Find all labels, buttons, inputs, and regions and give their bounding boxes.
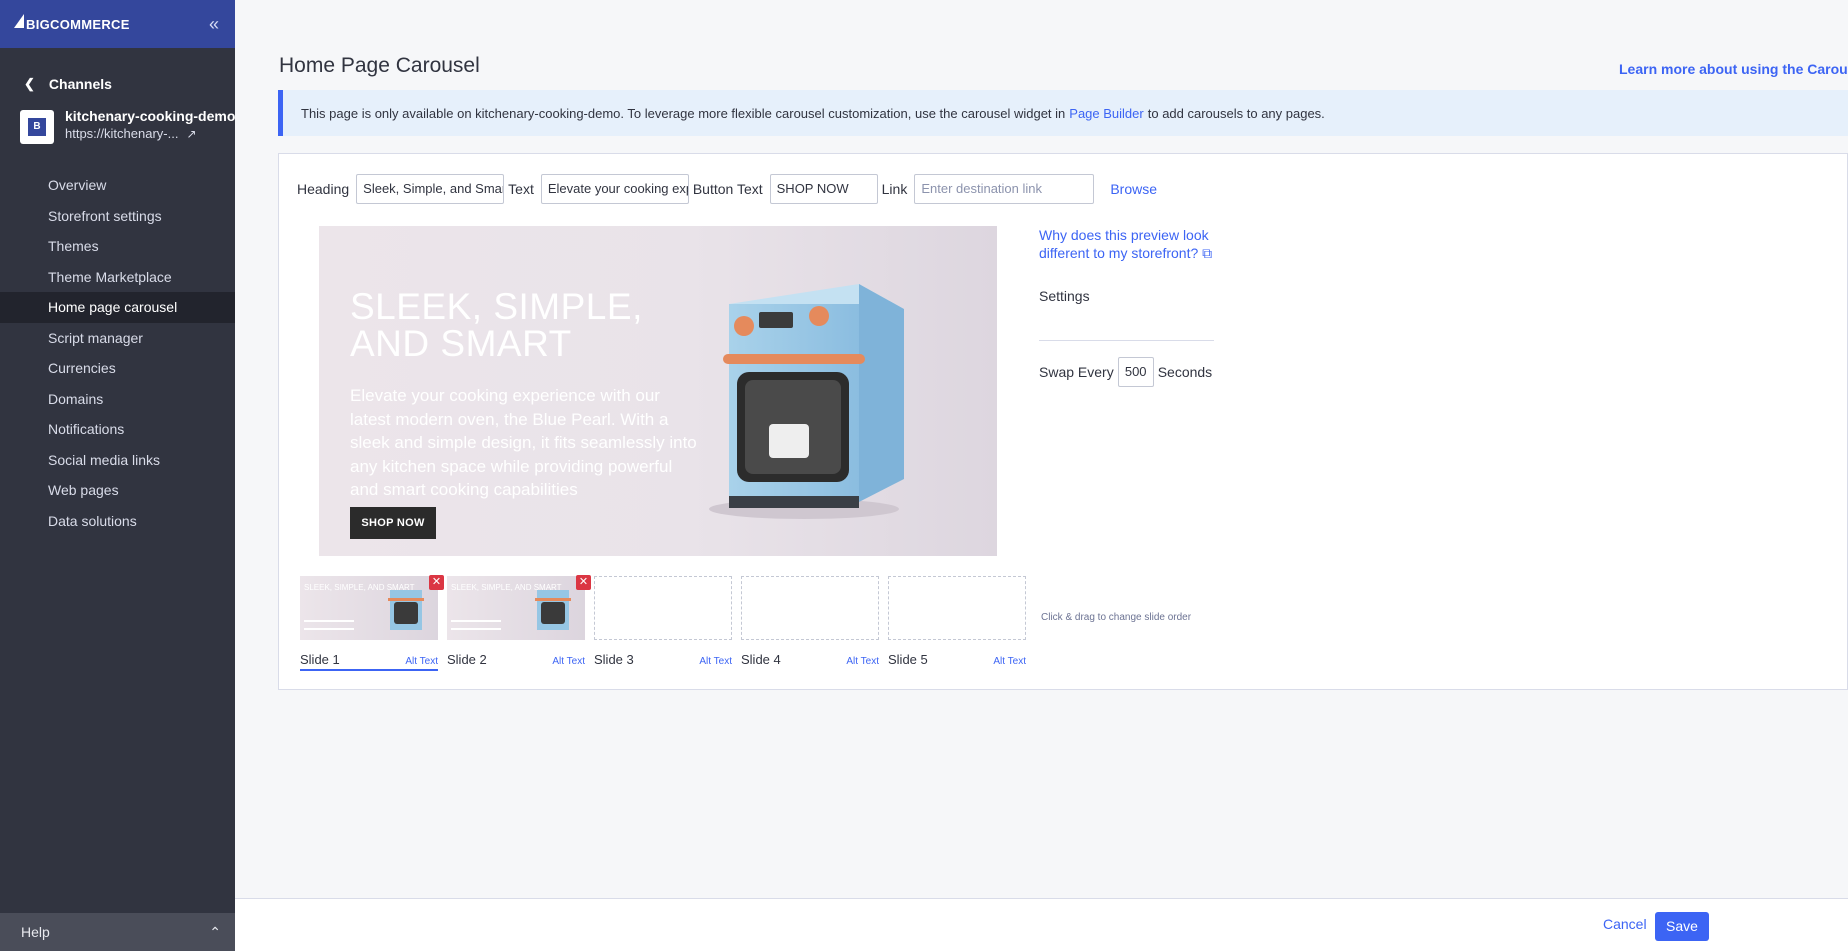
save-button[interactable]: Save: [1655, 912, 1709, 941]
slide-thumbnail[interactable]: SLEEK, SIMPLE, AND SMART ✕: [300, 575, 444, 640]
chevron-up-icon: ⌃: [209, 923, 221, 940]
slide-tab[interactable]: Slide 5 Alt Text: [888, 652, 1026, 669]
slide-thumbnail-oven: [388, 590, 424, 630]
learn-more-link[interactable]: Learn more about using the Carousel bu: [1619, 61, 1848, 77]
sidebar: BIGCOMMERCE « ❮ Channels B kitchenary-co…: [0, 0, 235, 951]
sidebar-nav: Overview Storefront settings Themes Theme M…: [0, 170, 235, 536]
slide-tab[interactable]: Slide 3 Alt Text: [594, 652, 732, 669]
slide-tab[interactable]: Slide 1 Alt Text: [300, 652, 438, 671]
slide-name: Slide 2: [447, 652, 487, 667]
sidebar-item-overview[interactable]: Overview: [0, 170, 235, 201]
alt-text-link[interactable]: Alt Text: [846, 656, 879, 667]
slide-item[interactable]: Slide 3 Alt Text: [590, 576, 737, 671]
channels-label: Channels: [48, 76, 112, 92]
bigcommerce-logo[interactable]: BIGCOMMERCE: [14, 14, 130, 32]
slide-item[interactable]: SLEEK, SIMPLE, AND SMART ✕ Slide 2 Alt Text: [443, 575, 591, 671]
text-input[interactable]: Elevate your cooking experience: [540, 174, 689, 204]
logo-text: BIGCOMMERCE: [26, 16, 130, 32]
slide-name: Slide 1: [300, 652, 340, 667]
slide-name: Slide 4: [741, 652, 781, 667]
slide-thumbnail[interactable]: SLEEK, SIMPLE, AND SMART ✕: [447, 575, 591, 640]
sidebar-item-storefront-settings[interactable]: Storefront settings: [0, 201, 235, 232]
alt-text-link[interactable]: Alt Text: [993, 656, 1026, 667]
swap-interval: Swap Every 500 Seconds: [1039, 357, 1219, 387]
store-url-text: https://kitchenary-...: [65, 126, 179, 141]
carousel-editor-panel: Heading Sleek, Simple, and Smart Text El…: [278, 153, 1848, 690]
slide-tab[interactable]: Slide 2 Alt Text: [447, 652, 585, 669]
link-label: Link: [881, 181, 908, 197]
preview-side-info: Why does this preview look different to …: [1039, 226, 1219, 387]
slide-name: Slide 5: [888, 652, 928, 667]
slide-item[interactable]: Slide 5 Alt Text: [884, 576, 1031, 671]
preview-shop-now-button[interactable]: SHOP NOW: [350, 507, 436, 539]
preview-text: Elevate your cooking experience with our…: [350, 386, 697, 499]
store-url-link[interactable]: https://kitchenary-... ↗: [65, 126, 235, 141]
heading-input[interactable]: Sleek, Simple, and Smart: [356, 174, 505, 204]
slide-thumbnail-copy: [304, 620, 354, 630]
slide-list: SLEEK, SIMPLE, AND SMART ✕ Slide 1 Alt Text…: [296, 575, 1031, 671]
remove-slide-icon[interactable]: ✕: [576, 575, 591, 590]
slide-tab[interactable]: Slide 4 Alt Text: [741, 652, 879, 669]
logo-mark-icon: [14, 14, 24, 28]
store-icon: B: [20, 110, 54, 144]
collapse-sidebar-icon[interactable]: «: [209, 14, 219, 35]
browse-link[interactable]: Browse: [1110, 181, 1157, 197]
main-content: Home Page Carousel Learn more about usin…: [235, 0, 1848, 951]
banner-text-before: This page is only available on kitchenar…: [301, 105, 1066, 121]
sidebar-item-data-solutions[interactable]: Data solutions: [0, 506, 235, 537]
banner-text-after: to add carousels to any pages.: [1147, 105, 1325, 121]
back-to-channels-link[interactable]: ❮ Channels: [0, 76, 235, 92]
sidebar-item-themes[interactable]: Themes: [0, 231, 235, 262]
settings-heading: Settings: [1039, 288, 1090, 304]
slide-name: Slide 3: [594, 652, 634, 667]
swap-seconds-input[interactable]: 500: [1117, 357, 1154, 387]
alt-text-link[interactable]: Alt Text: [699, 656, 732, 667]
slide-fields: Heading Sleek, Simple, and Smart Text El…: [297, 174, 1157, 204]
store-name: kitchenary-cooking-demo: [65, 108, 236, 124]
button-text-label: Button Text: [692, 181, 763, 197]
external-link-icon: ↗: [186, 126, 197, 141]
info-banner: This page is only available on kitchenar…: [278, 90, 1848, 136]
cancel-button[interactable]: Cancel: [1603, 916, 1647, 932]
settings-divider: [1039, 340, 1214, 341]
text-label: Text: [508, 181, 534, 197]
heading-label: Heading: [297, 181, 350, 197]
link-input[interactable]: Enter destination link: [914, 174, 1095, 204]
drag-hint: Click & drag to change slide order: [1041, 612, 1192, 623]
sidebar-item-web-pages[interactable]: Web pages: [0, 475, 235, 506]
sidebar-item-domains[interactable]: Domains: [0, 384, 235, 415]
seconds-label: Seconds: [1157, 364, 1213, 380]
sidebar-item-home-page-carousel[interactable]: Home page carousel: [0, 292, 235, 323]
slide-thumbnail[interactable]: [594, 576, 732, 640]
preview-heading: SLEEK, SIMPLE, AND SMART: [350, 286, 643, 364]
action-footer: Cancel Save: [235, 898, 1848, 951]
sidebar-item-currencies[interactable]: Currencies: [0, 353, 235, 384]
preview-difference-text: Why does this preview look different to …: [1039, 227, 1209, 261]
remove-slide-icon[interactable]: ✕: [429, 575, 444, 590]
help-label: Help: [21, 924, 50, 940]
sidebar-item-social-media-links[interactable]: Social media links: [0, 445, 235, 476]
slide-thumbnail[interactable]: [741, 576, 879, 640]
alt-text-link[interactable]: Alt Text: [405, 656, 438, 667]
sidebar-item-script-manager[interactable]: Script manager: [0, 323, 235, 354]
swap-every-label: Swap Every: [1039, 364, 1114, 380]
open-modal-icon: ⧉: [1202, 245, 1213, 261]
page-title: Home Page Carousel: [279, 54, 480, 77]
slide-thumbnail-copy: [451, 620, 501, 630]
alt-text-link[interactable]: Alt Text: [552, 656, 585, 667]
help-toggle[interactable]: Help ⌃: [0, 913, 235, 951]
chevron-left-icon: ❮: [24, 76, 35, 91]
button-text-input[interactable]: SHOP NOW: [769, 174, 878, 204]
preview-difference-link[interactable]: Why does this preview look different to …: [1039, 226, 1219, 262]
slide-thumbnail-oven: [535, 590, 571, 630]
sidebar-item-theme-marketplace[interactable]: Theme Marketplace: [0, 262, 235, 293]
sidebar-header: BIGCOMMERCE «: [0, 0, 235, 48]
store-switcher[interactable]: B kitchenary-cooking-demo https://kitche…: [0, 108, 235, 144]
slide-item[interactable]: Slide 4 Alt Text: [737, 576, 884, 671]
slide-item[interactable]: SLEEK, SIMPLE, AND SMART ✕ Slide 1 Alt Text: [296, 575, 444, 671]
slide-thumbnail[interactable]: [888, 576, 1026, 640]
oven-image: [689, 264, 919, 527]
sidebar-item-notifications[interactable]: Notifications: [0, 414, 235, 445]
page-builder-link[interactable]: Page Builder: [1069, 106, 1143, 121]
